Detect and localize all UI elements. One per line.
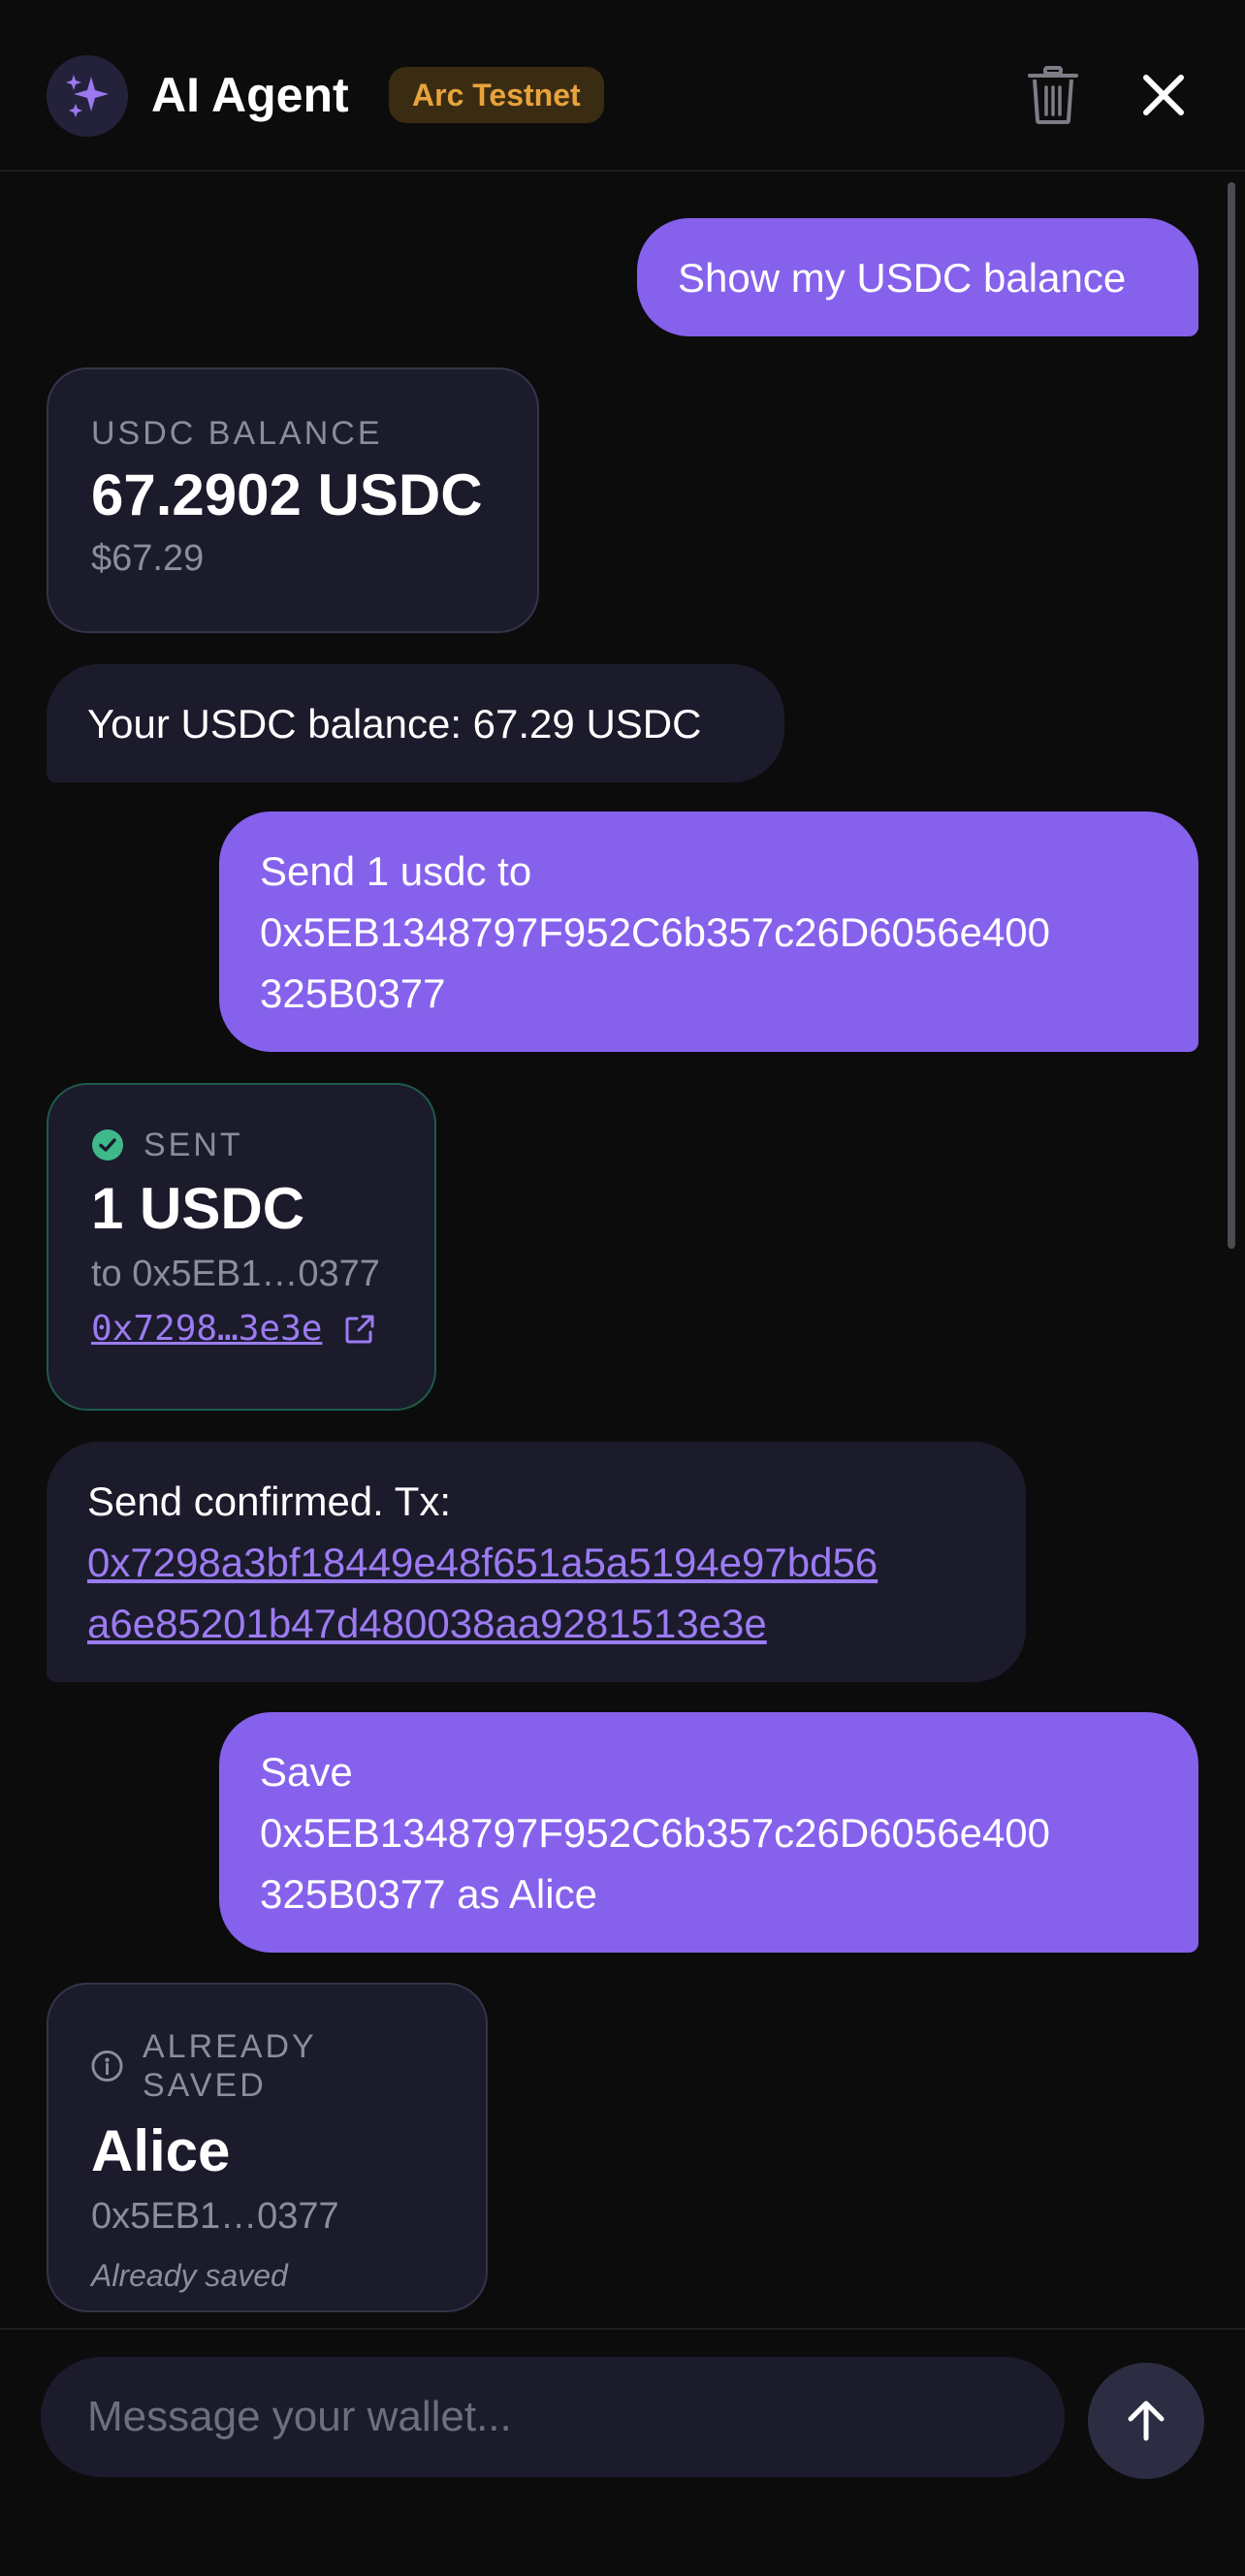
send-button[interactable] (1088, 2363, 1204, 2479)
composer (0, 2328, 1245, 2576)
header: AI Agent Arc Testnet (0, 0, 1245, 172)
message-text: Your USDC balance: 67.29 USDC (87, 700, 702, 747)
message-text: Send confirmed. Tx: (87, 1479, 452, 1524)
transfer-status: SENT (91, 1126, 392, 1164)
assistant-message: Send confirmed. Tx: 0x7298a3bf18449e48f6… (47, 1442, 1026, 1682)
message-line: 325B0377 as Alice (260, 1871, 597, 1917)
message-list[interactable]: Show my USDC balance USDC BALANCE 67.290… (0, 174, 1245, 2328)
contact-saved-card: ALREADY SAVED Alice 0x5EB1…0377 Already … (47, 1983, 488, 2312)
scrollbar[interactable] (1228, 182, 1235, 1249)
message-line: 0x5EB1348797F952C6b357c26D6056e400 (260, 1810, 1051, 1856)
contact-name: Alice (91, 2118, 231, 2183)
balance-label: USDC BALANCE (91, 415, 383, 452)
contact-address: 0x5EB1…0377 (91, 2196, 339, 2237)
transfer-recipient: to 0x5EB1…0377 (91, 1254, 380, 1294)
message-line: Send 1 usdc to (260, 848, 532, 894)
close-icon (1143, 75, 1184, 115)
tx-hash-link[interactable]: 0x7298a3bf18449e48f651a5a5194e97bd56 (87, 1532, 878, 1593)
close-button[interactable] (1134, 66, 1193, 124)
info-icon (91, 2050, 123, 2083)
user-message: Show my USDC balance (637, 218, 1198, 336)
page-title: AI Agent (151, 68, 349, 122)
message-line: 0x5EB1348797F952C6b357c26D6056e400 (260, 909, 1051, 955)
tx-hash-link[interactable]: 0x7298…3e3e (91, 1308, 322, 1351)
transfer-sent-card: SENT 1 USDC to 0x5EB1…0377 0x7298…3e3e (47, 1083, 436, 1411)
balance-usd-value: $67.29 (91, 538, 205, 579)
message-input[interactable] (41, 2357, 1065, 2477)
arrow-up-icon (1128, 2401, 1165, 2441)
user-message: Save 0x5EB1348797F952C6b357c26D6056e400 … (219, 1712, 1198, 1953)
network-badge: Arc Testnet (389, 67, 604, 123)
status-text: ALREADY SAVED (143, 2028, 317, 2104)
message-line: 325B0377 (260, 970, 446, 1016)
contact-status: ALREADY SAVED (91, 2027, 443, 2105)
transfer-amount: 1 USDC (91, 1176, 305, 1241)
contact-note: Already saved (91, 2258, 288, 2293)
tx-hash-link[interactable]: a6e85201b47d480038aa9281513e3e (87, 1593, 878, 1654)
status-text: SENT (144, 1127, 243, 1163)
tx-link-row: 0x7298…3e3e (91, 1308, 392, 1351)
chat-app: AI Agent Arc Testnet Show my USDC balanc… (0, 0, 1245, 2576)
message-line: Save (260, 1749, 353, 1795)
message-text: Show my USDC balance (678, 254, 1127, 301)
balance-card: USDC BALANCE 67.2902 USDC $67.29 (47, 367, 539, 633)
delete-chat-button[interactable] (1024, 64, 1082, 126)
assistant-message: Your USDC balance: 67.29 USDC (47, 664, 784, 782)
external-link-icon[interactable] (343, 1313, 376, 1346)
trash-icon (1028, 66, 1078, 124)
user-message: Send 1 usdc to 0x5EB1348797F952C6b357c26… (219, 811, 1198, 1052)
sparkles-icon (47, 55, 128, 137)
check-circle-icon (92, 1129, 123, 1161)
balance-amount: 67.2902 USDC (91, 462, 483, 527)
